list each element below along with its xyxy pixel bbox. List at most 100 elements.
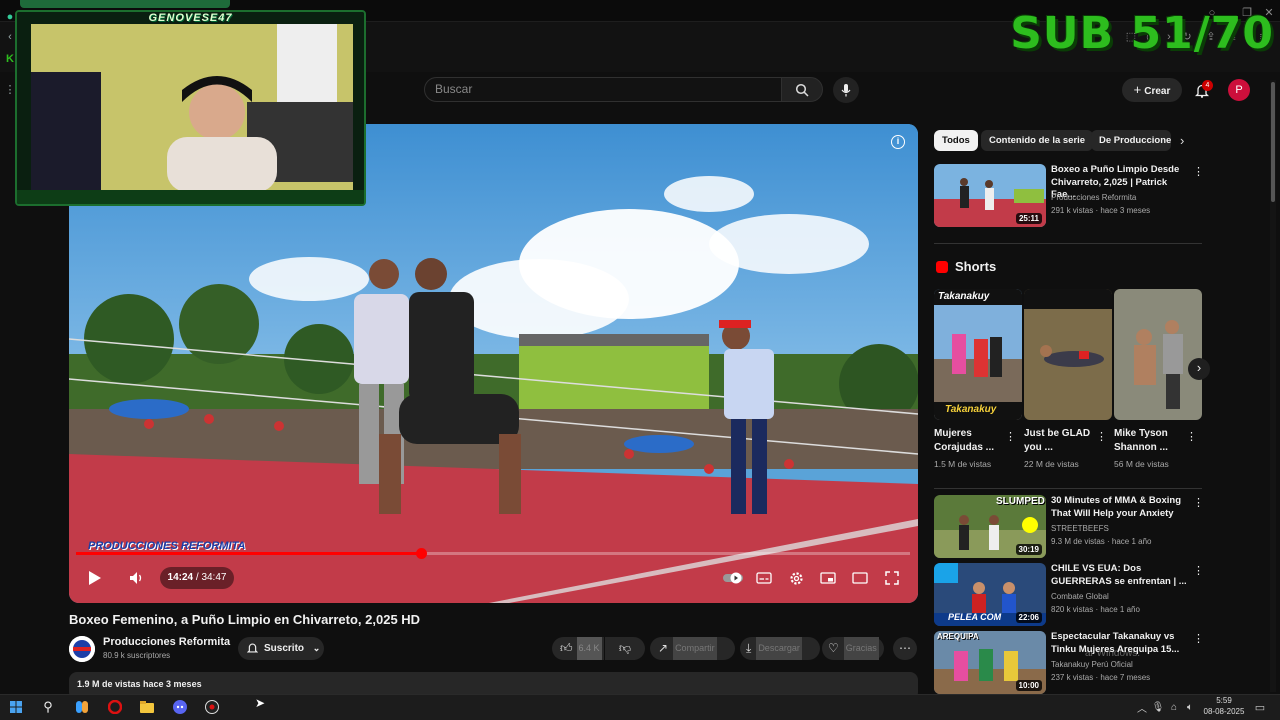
voice-search-button[interactable] [833,77,859,103]
channel-avatar[interactable] [69,636,95,662]
obs-icon[interactable] [204,699,220,715]
download-label: Descargar [756,637,802,660]
discord-icon[interactable] [172,699,188,715]
short-views: 56 M de vistas [1114,459,1169,469]
short-image [934,289,1022,420]
miniplayer-button[interactable] [817,567,839,589]
file-explorer-icon[interactable] [139,699,155,715]
related-menu-icon[interactable]: ⋮ [1193,496,1204,509]
related-top-thumbnail[interactable]: 25:11 [934,164,1046,227]
share-button[interactable]: ↗ Compartir [650,637,735,660]
shorts-next-button[interactable]: › [1188,358,1210,380]
related-meta: 237 k vistas · hace 7 meses [1051,673,1151,682]
thumbs-down-icon: 👎︎ [618,641,632,655]
scrollbar-thumb[interactable] [1271,82,1275,202]
related-menu-icon[interactable]: ⋮ [1193,564,1204,577]
short-thumbnail[interactable] [934,289,1022,420]
account-avatar[interactable]: P [1228,79,1250,101]
share-label: Compartir [673,637,717,660]
short-title[interactable]: Just be GLAD you ... [1024,427,1096,455]
channel-name[interactable]: Producciones Reformita [103,636,230,648]
divider [934,488,1202,489]
short-menu-icon[interactable]: ⋮ [1186,430,1197,443]
microphone-icon [841,84,851,97]
channel-logo [69,636,95,662]
bell-small-icon [246,637,259,663]
related-menu-icon[interactable]: ⋮ [1193,632,1204,645]
like-button[interactable]: 👍︎ 6.4 K [552,637,604,660]
search-input[interactable]: Buscar [424,77,782,102]
related-top-channel[interactable]: Producciones Reformita [1051,193,1136,202]
short-image [1024,289,1112,420]
related-thumb-caption: PELEA COM [948,612,1002,622]
search-icon [795,83,809,97]
chevron-right-icon[interactable]: › [1180,133,1184,148]
mute-button[interactable] [126,567,148,589]
microphone-tray-icon[interactable]: 🎙︎ [1150,699,1166,715]
webcam-frame [17,12,364,204]
chip-series-content[interactable]: Contenido de la serie [981,130,1094,151]
related-title[interactable]: 30 Minutes of MMA & Boxing That Will Hel… [1051,495,1191,520]
windows-activation-watermark: ar Windows. [1085,648,1141,659]
short-menu-icon[interactable]: ⋮ [1096,430,1107,443]
short-thumbnail[interactable] [1024,289,1112,420]
thanks-button[interactable]: ♡ Gracias [822,637,884,660]
more-actions-button[interactable]: ⋯ [893,637,917,660]
chip-from-channel[interactable]: De Produccione [1091,130,1171,151]
network-icon[interactable]: ⌂ [1166,699,1182,715]
dislike-button[interactable]: 👎︎ [605,637,645,660]
related-duration: 30:19 [1015,544,1042,555]
copilot-icon[interactable] [74,699,90,715]
short-views: 1.5 M de vistas [934,459,992,469]
info-icon[interactable]: i [891,135,905,149]
related-title[interactable]: CHILE VS EUA: Dos GUERRERAS se enfrentan… [1051,563,1191,588]
short-thumb-caption-bottom: Takanakuy [945,404,997,415]
related-duration: 10:00 [1015,680,1042,691]
fullscreen-button[interactable] [881,567,903,589]
related-meta: 9.3 M de vistas · hace 1 año [1051,537,1152,546]
shorts-heading: Shorts [955,259,997,274]
chip-all[interactable]: Todos [934,130,978,151]
autoplay-toggle[interactable] [722,567,744,589]
related-channel[interactable]: STREETBEEFS [1051,524,1109,533]
related-thumbnail[interactable]: SLUMPED 30:19 [934,495,1046,558]
settings-button[interactable] [785,567,807,589]
progress-bar-fill [76,552,422,555]
windows-start-icon[interactable] [8,699,24,715]
related-top-menu-icon[interactable]: ⋮ [1193,165,1204,178]
tray-chevron-icon[interactable]: ︿ [1134,699,1150,715]
search-taskbar-icon[interactable]: ⚲ [40,699,56,715]
play-button[interactable] [84,567,106,589]
short-title[interactable]: Mujeres Corajudas ... [934,427,1006,455]
subtitles-button[interactable] [753,567,775,589]
download-button[interactable]: ⤓ Descargar [740,637,820,660]
related-duration: 22:06 [1015,612,1042,623]
create-button[interactable]: + Crear [1122,78,1182,102]
short-menu-icon[interactable]: ⋮ [1005,430,1016,443]
time-display: 14:24 / 34:47 [160,567,234,589]
subscribed-button[interactable]: Suscrito ⌄ [238,637,324,660]
related-channel[interactable]: Takanakuy Perú Oficial [1051,660,1133,669]
system-clock[interactable]: 5:59 08-08-2025 [1196,695,1252,717]
short-views: 22 M de vistas [1024,459,1079,469]
related-meta: 820 k vistas · hace 1 año [1051,605,1140,614]
related-top-meta: 291 k vistas · hace 3 meses [1051,206,1151,215]
fullscreen-icon [885,571,899,585]
theater-icon [852,572,868,584]
search-button[interactable] [781,77,823,102]
related-thumbnail[interactable]: AREQUIPA 10:00 [934,631,1046,694]
more-horizontal-icon: ⋯ [899,641,911,655]
autoplay-icon [723,572,743,584]
related-channel[interactable]: Combate Global [1051,592,1109,601]
notification-center-icon[interactable]: ▭ [1252,699,1268,715]
clock-date: 08-08-2025 [1203,707,1245,716]
clock-time: 5:59 [1216,696,1232,705]
short-title[interactable]: Mike Tyson Shannon ... [1114,427,1186,455]
theater-mode-button[interactable] [849,567,871,589]
thumbs-up-icon: 👍︎ [560,641,573,655]
short-thumbnail[interactable] [1114,289,1202,420]
active-tab-indicator[interactable] [20,0,230,8]
opera-icon[interactable] [107,699,123,715]
like-count: 6.4 K [576,637,602,660]
related-thumbnail[interactable]: PELEA COM 22:06 [934,563,1046,626]
